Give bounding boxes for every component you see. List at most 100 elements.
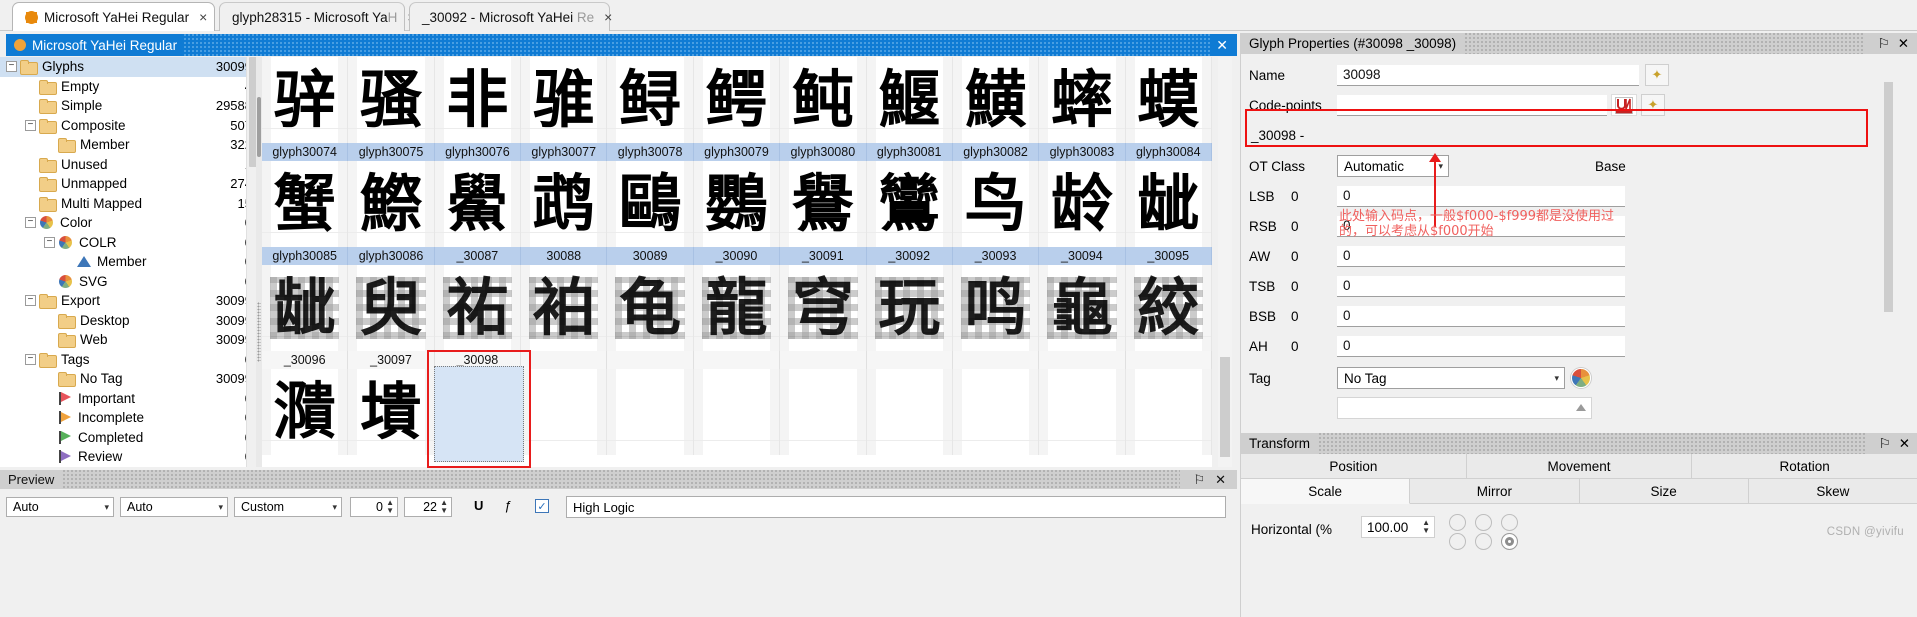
metric-input[interactable]: 0 <box>1337 245 1625 267</box>
glyph-cell[interactable]: 鰋 <box>866 57 953 143</box>
glyph-cell[interactable]: 鱑 <box>952 57 1040 143</box>
tree-item-tags[interactable]: −Tags0 <box>0 350 260 370</box>
tree-item-review[interactable]: Review0 <box>0 447 260 467</box>
glyph-cell[interactable]: 玩 <box>866 265 953 351</box>
glyph-cell[interactable]: 骍 <box>262 57 349 143</box>
glyph-cell[interactable]: 非 <box>434 57 522 143</box>
glyph-cell[interactable] <box>1039 369 1126 455</box>
transform-tab-mirror[interactable]: Mirror <box>1410 479 1580 504</box>
tree-item-svg[interactable]: SVG0 <box>0 272 260 292</box>
tree-item-workspace[interactable]: Workspace0 <box>0 467 260 468</box>
properties-scrollbar[interactable] <box>1884 82 1893 422</box>
glyph-cell[interactable] <box>866 369 953 455</box>
metric-input[interactable]: 0 <box>1337 335 1625 357</box>
glyph-label[interactable] <box>953 351 1040 369</box>
tree-item-empty[interactable]: Empty4 <box>0 77 260 97</box>
glyph-label[interactable]: glyph30074 <box>262 143 349 161</box>
tree-item-composite[interactable]: − Composite 507 <box>0 116 260 136</box>
glyph-cell[interactable]: 鳄 <box>693 57 781 143</box>
glyph-cell[interactable]: 蟀 <box>1039 57 1126 143</box>
glyph-label[interactable]: _30091 <box>780 247 867 265</box>
tree-item-member[interactable]: Member 322 <box>0 135 260 155</box>
glyph-cell[interactable]: 鲀 <box>780 57 867 143</box>
tab-microsoft-yahei-regular[interactable]: Microsoft YaHei Regular × <box>12 2 215 31</box>
glyph-label[interactable]: _30093 <box>953 247 1040 265</box>
glyph-label[interactable]: glyph30078 <box>607 143 694 161</box>
pin-icon[interactable]: ⚐ <box>1873 436 1897 452</box>
glyph-cell[interactable] <box>521 369 608 455</box>
glyph-label[interactable] <box>694 351 781 369</box>
metric-input[interactable]: 0 <box>1337 305 1625 327</box>
glyph-label[interactable]: glyph30083 <box>1039 143 1126 161</box>
anchor-radio-grid[interactable] <box>1449 514 1525 550</box>
tree-item-simple[interactable]: Simple 29588 <box>0 96 260 116</box>
glyph-label[interactable]: glyph30081 <box>867 143 953 161</box>
tree-item-multi-mapped[interactable]: Multi Mapped 15 <box>0 194 260 214</box>
grid-scrollbar[interactable] <box>1218 57 1232 467</box>
glyph-cell[interactable]: 袙 <box>521 265 608 351</box>
anchor-ml[interactable] <box>1449 533 1466 550</box>
anchor-mr[interactable] <box>1501 533 1518 550</box>
glyph-cell[interactable]: 蟹 <box>262 161 349 247</box>
close-icon[interactable]: × <box>195 10 207 24</box>
preview-size1-stepper[interactable]: 0 ▲ ▼ <box>350 497 398 517</box>
tree-item-completed[interactable]: Completed0 <box>0 428 260 448</box>
unicode-icon[interactable] <box>1611 94 1637 116</box>
glyph-label[interactable]: glyph30086 <box>348 247 435 265</box>
close-icon[interactable]: ✕ <box>1896 36 1917 52</box>
panel-drag-handle[interactable] <box>1318 433 1865 454</box>
glyph-cell[interactable]: 龟 <box>607 265 694 351</box>
glyph-label[interactable]: glyph30085 <box>262 247 349 265</box>
tree-item-important[interactable]: Important0 <box>0 389 260 409</box>
pin-icon[interactable]: ⚐ <box>1188 472 1210 488</box>
glyph-cell[interactable]: 骓 <box>521 57 608 143</box>
glyph-cell[interactable]: 鸞 <box>866 161 953 247</box>
tree-item-member[interactable]: Member0 <box>0 252 260 272</box>
glyph-label[interactable] <box>867 351 953 369</box>
horizontal-stepper[interactable]: 100.00 ▲ ▼ <box>1361 516 1435 538</box>
glyph-cell[interactable]: 龄 <box>1039 161 1126 247</box>
transform-tab-rotation[interactable]: Rotation <box>1692 454 1917 479</box>
grid-scrollbar-thumb[interactable] <box>1220 357 1230 457</box>
tree-item-export[interactable]: − Export 30099 <box>0 291 260 311</box>
magic-wand-icon[interactable]: ✦ <box>1645 64 1669 86</box>
glyph-cell[interactable] <box>693 369 781 455</box>
metric-input[interactable]: 0 <box>1337 185 1625 207</box>
preview-size2-stepper[interactable]: 22 ▲ ▼ <box>404 497 452 517</box>
glyph-label[interactable]: glyph30084 <box>1126 143 1212 161</box>
panel-drag-handle[interactable] <box>1464 33 1864 54</box>
preview-checkbox[interactable]: ✓ <box>535 499 549 513</box>
glyph-cell[interactable]: 墤 <box>348 369 435 455</box>
anchor-tr[interactable] <box>1501 514 1518 531</box>
anchor-tc[interactable] <box>1475 514 1492 531</box>
anchor-tl[interactable] <box>1449 514 1466 531</box>
glyph-label[interactable]: _30090 <box>694 247 781 265</box>
preview-mode2-select[interactable]: Auto ▾ <box>120 497 228 517</box>
metric-input[interactable]: 0 <box>1337 275 1625 297</box>
glyph-cell[interactable]: 龇 <box>1125 161 1212 247</box>
glyph-cell[interactable] <box>780 369 867 455</box>
title-drag-handle[interactable] <box>183 34 1211 56</box>
glyph-cell[interactable]: 龍 <box>693 265 781 351</box>
anchor-mc[interactable] <box>1475 533 1492 550</box>
splitter-grip[interactable] <box>257 97 261 157</box>
tag-extra-box[interactable] <box>1337 397 1592 419</box>
glyph-grid[interactable]: 骍骚非骓鲟鳄鲀鰋鱑蟀蟆 glyph30074 glyph30075 glyph3007… <box>262 57 1212 467</box>
glyph-label[interactable]: glyph30076 <box>435 143 522 161</box>
splitter-grip-dots[interactable] <box>257 302 261 362</box>
glyph-label[interactable] <box>607 351 694 369</box>
glyph-label[interactable]: glyph30075 <box>348 143 435 161</box>
preview-mode1-select[interactable]: Auto ▾ <box>6 497 114 517</box>
glyph-cell[interactable]: 鸟 <box>952 161 1040 247</box>
codepoints-input[interactable] <box>1337 94 1607 116</box>
glyph-cell[interactable] <box>952 369 1040 455</box>
tree-expander[interactable]: − <box>6 61 17 73</box>
glyph-label[interactable]: _30095 <box>1126 247 1212 265</box>
preview-text-input[interactable]: High Logic <box>566 496 1226 518</box>
transform-tab-scale[interactable]: Scale <box>1241 479 1411 504</box>
glyph-cell[interactable]: 穹 <box>780 265 867 351</box>
glyph-cell[interactable]: 鰶 <box>348 161 435 247</box>
glyph-cell[interactable]: 龜 <box>1039 265 1126 351</box>
spinner-arrows-icon[interactable]: ▲ ▼ <box>386 499 394 515</box>
tree-expander[interactable]: − <box>44 236 55 248</box>
